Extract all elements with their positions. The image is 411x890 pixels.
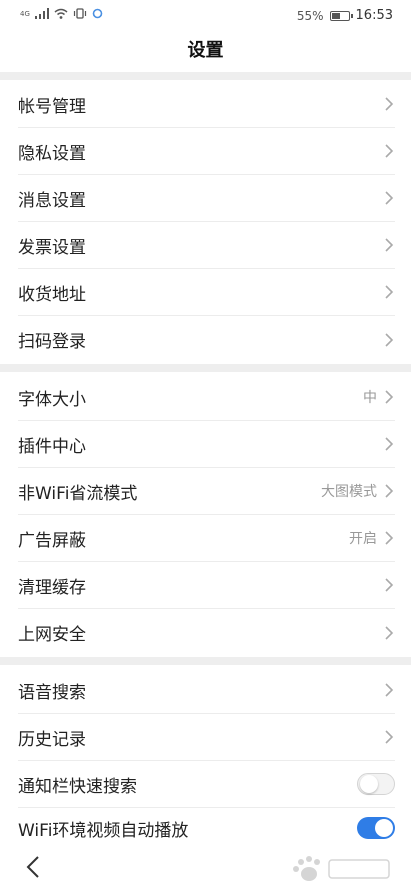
chevron-right-icon [385,390,394,404]
signal-icon [34,8,49,19]
status-right: 55% 16:53 [297,8,393,23]
row-plugins[interactable]: 插件中心 [18,421,395,468]
row-label: 扫码登录 [18,332,86,352]
status-icons: 4G [20,8,103,19]
battery-icon [329,10,353,21]
row-label: 历史记录 [18,729,86,750]
row-address[interactable]: 收货地址 [18,269,395,316]
row-voice-search[interactable]: 语音搜索 [18,667,395,714]
vibrate-icon [73,8,86,19]
chevron-right-icon [385,437,394,451]
chevron-right-icon [385,683,394,697]
row-label: 收货地址 [18,284,86,305]
row-wifi-autoplay: WiFi环境视频自动播放 [18,808,395,848]
row-notification-search: 通知栏快速搜索 [18,761,395,808]
chevron-right-icon [385,144,394,158]
network-icon: 4G [20,9,30,18]
clock: 16:53 [355,8,393,23]
chevron-right-icon [385,625,394,640]
section-divider [0,657,411,665]
chevron-right-icon [385,285,394,299]
chevron-right-icon [385,332,394,347]
wifi-icon [54,8,68,19]
row-clear-cache[interactable]: 清理缓存 [18,562,395,609]
row-data-saver[interactable]: 非WiFi省流模式 大图模式 [18,468,395,515]
row-label: 上网安全 [18,625,86,645]
browser-icon [92,8,103,19]
row-invoice[interactable]: 发票设置 [18,222,395,269]
row-web-security[interactable]: 上网安全 [18,609,395,656]
chevron-right-icon [385,238,394,252]
row-label: 帐号管理 [18,96,86,117]
chevron-right-icon [385,531,394,545]
section-divider [0,364,411,372]
row-value: 大图模式 [321,484,377,500]
row-ad-block[interactable]: 广告屏蔽 开启 [18,515,395,562]
row-label: WiFi环境视频自动播放 [18,820,189,841]
row-label: 语音搜索 [18,682,86,703]
battery-level [331,12,340,19]
row-label: 非WiFi省流模式 [18,483,138,504]
baidu-watermark-icon [293,856,390,881]
page-title: 设置 [187,40,224,61]
row-label: 隐私设置 [18,143,86,164]
battery-percent: 55% [296,8,324,23]
row-label: 消息设置 [18,190,86,211]
row-scan-login[interactable]: 扫码登录 [18,316,395,363]
row-value: 开启 [349,531,377,547]
row-label: 广告屏蔽 [18,530,86,551]
chevron-right-icon [385,730,394,744]
row-label: 字体大小 [18,389,86,410]
row-value: 中 [363,390,377,406]
chevron-right-icon [385,578,394,592]
row-label: 插件中心 [18,436,86,457]
row-privacy[interactable]: 隐私设置 [18,128,395,175]
notification-search-toggle[interactable] [357,773,395,795]
chevron-left-icon[interactable] [24,854,42,880]
section-divider [0,72,411,80]
row-account[interactable]: 帐号管理 [18,81,395,128]
row-label: 清理缓存 [18,577,86,598]
row-font-size[interactable]: 字体大小 中 [18,374,395,421]
bottom-nav [0,846,411,890]
row-label: 通知栏快速搜索 [18,776,137,797]
chevron-right-icon [385,97,394,111]
wifi-autoplay-toggle[interactable] [357,817,395,839]
chevron-right-icon [385,191,394,205]
row-history[interactable]: 历史记录 [18,714,395,761]
row-message[interactable]: 消息设置 [18,175,395,222]
row-label: 发票设置 [18,237,86,258]
chevron-right-icon [385,484,394,498]
status-bar: 4G 55% 16:53 [0,0,411,30]
